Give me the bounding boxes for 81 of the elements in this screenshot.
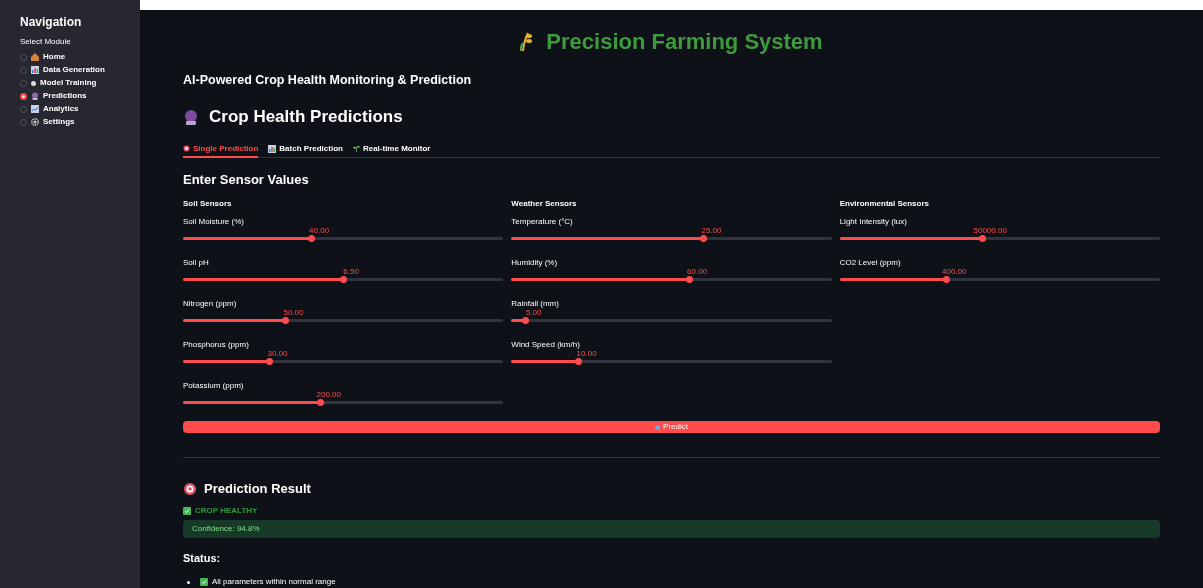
slider-thumb[interactable]	[339, 275, 347, 283]
slider-label: Humidity (%)	[511, 257, 559, 267]
sprout-icon	[352, 145, 360, 153]
result-heading: Prediction Result	[204, 480, 311, 499]
wheat-icon	[520, 31, 535, 51]
column-heading: Soil Sensors	[183, 197, 233, 210]
tab[interactable]: Batch Prediction	[268, 141, 343, 159]
sidebar-title: Navigation	[20, 14, 83, 30]
slider-label: Light Intensity (lux)	[839, 216, 908, 226]
verdict-text: CROP HEALTHY	[195, 504, 258, 517]
dot-icon	[31, 80, 36, 86]
slider-track[interactable]	[183, 236, 504, 240]
checkmark-icon	[183, 506, 191, 515]
slider-track[interactable]	[183, 400, 504, 404]
slider-label: Potassium (ppm)	[183, 380, 245, 390]
tab[interactable]: Single Prediction	[183, 141, 259, 159]
slider-thumb[interactable]	[685, 275, 693, 283]
app-title: Precision Farming System	[546, 27, 823, 56]
confidence-text: Confidence: 94.8%	[192, 522, 260, 535]
slider-value: 10.00	[576, 348, 597, 358]
slider-track[interactable]	[511, 359, 832, 363]
column-heading: Environmental Sensors	[839, 197, 930, 210]
slider-track[interactable]	[511, 318, 832, 322]
slider-label: Soil pH	[183, 257, 210, 267]
column-heading: Weather Sensors	[511, 197, 578, 210]
slider-thumb[interactable]	[700, 234, 707, 242]
radio-label: Model Training	[40, 77, 97, 89]
slider-track[interactable]	[839, 236, 1160, 240]
slider-value: 25.00	[701, 225, 722, 235]
slider-value: 60.00	[687, 266, 708, 276]
bar-chart-icon	[268, 144, 277, 153]
slider-track[interactable]	[183, 277, 504, 281]
settings-icon	[31, 118, 39, 126]
slider-label: Wind Speed (km/h)	[511, 339, 581, 349]
target-icon	[183, 145, 190, 153]
slider-value: 40.00	[309, 225, 330, 235]
slider-label: Phosphorus (ppm)	[183, 339, 250, 349]
slider-label: Nitrogen (ppm)	[183, 298, 238, 308]
slider-thumb[interactable]	[942, 275, 950, 283]
slider-value: 50000.00	[973, 225, 1007, 235]
slider-thumb[interactable]	[522, 316, 530, 324]
bullet-icon	[187, 580, 190, 584]
radio-label: Home	[43, 51, 66, 63]
slider-label: CO2 Level (ppm)	[839, 257, 902, 267]
slider-thumb[interactable]	[317, 398, 325, 406]
slider-thumb[interactable]	[978, 234, 986, 242]
tab[interactable]: Real-time Monitor	[352, 141, 431, 159]
slider-track[interactable]	[511, 277, 832, 281]
radio-label: Data Generation	[43, 64, 105, 76]
slider-track[interactable]	[511, 236, 832, 240]
slider-value: 6.50	[343, 266, 359, 276]
radio-label: Analytics	[43, 103, 79, 115]
line-chart-icon	[31, 105, 39, 113]
slider-value: 200.00	[316, 389, 341, 399]
slider-thumb[interactable]	[266, 357, 273, 365]
slider-track[interactable]	[839, 277, 1160, 281]
slider-value: 400.00	[942, 266, 967, 276]
page-heading: Crop Health Predictions	[209, 105, 403, 128]
slider-value: 50.00	[283, 307, 304, 317]
slider-track[interactable]	[183, 359, 504, 363]
radio-button[interactable]	[20, 92, 27, 100]
radio-label: Predictions	[43, 90, 87, 102]
radio-group-label: Select Module	[20, 36, 72, 48]
slider-label: Rainfall (mm)	[511, 298, 560, 308]
checkmark-icon	[200, 578, 208, 586]
slider-label: Temperature (°C)	[511, 216, 574, 226]
slider-thumb[interactable]	[282, 316, 289, 324]
slider-value: 30.00	[267, 348, 288, 358]
slider-thumb[interactable]	[575, 357, 583, 365]
house-icon	[31, 53, 39, 61]
slider-value: 5.00	[525, 307, 542, 317]
status-heading: Status:	[183, 550, 222, 566]
target-icon	[183, 482, 197, 496]
section-heading: Enter Sensor Values	[183, 171, 310, 190]
slider-track[interactable]	[183, 318, 504, 322]
bar-chart-icon	[31, 66, 39, 74]
subtitle: AI-Powered Crop Health Monitoring & Prediction	[183, 72, 473, 89]
slider-label: Soil Moisture (%)	[183, 216, 245, 226]
slider-thumb[interactable]	[307, 234, 315, 242]
radio-label: Settings	[43, 116, 75, 128]
status-item: All parameters within normal range	[212, 576, 336, 588]
